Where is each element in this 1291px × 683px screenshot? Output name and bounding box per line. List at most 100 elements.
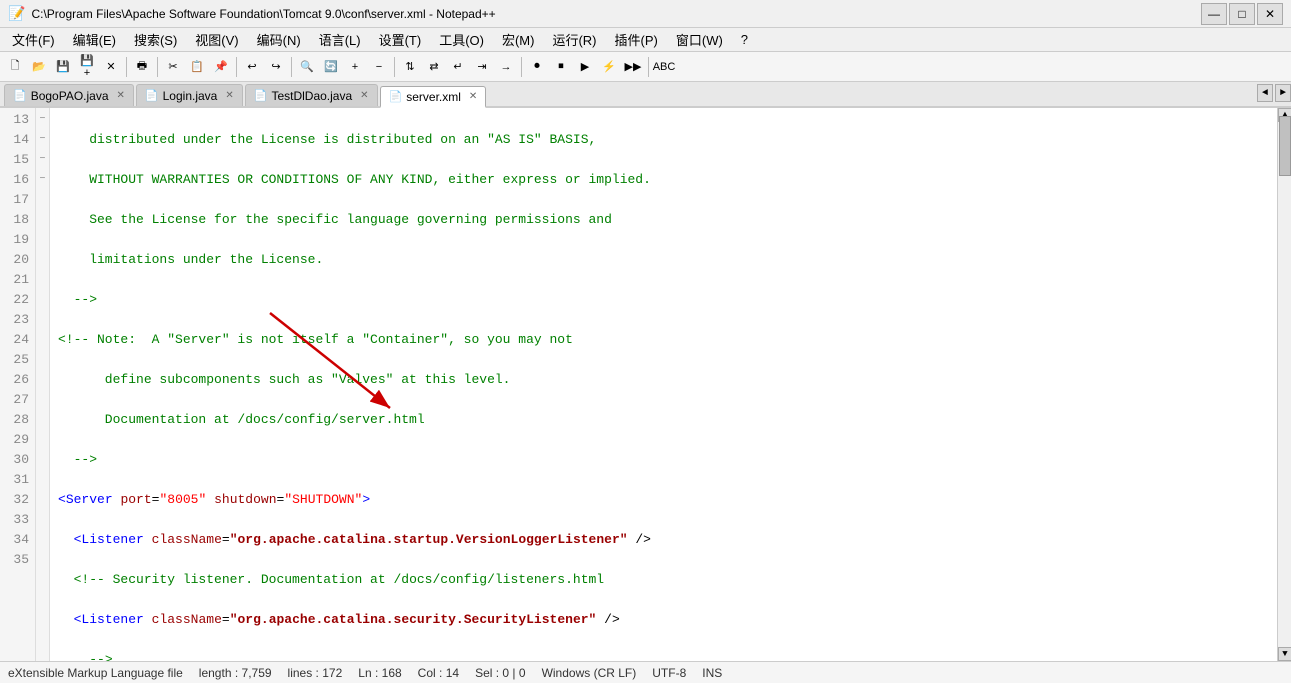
- line-num-19: 19: [4, 230, 29, 250]
- tab-scroll-left[interactable]: ◄: [1257, 84, 1273, 102]
- code-line-20: Documentation at /docs/config/server.htm…: [58, 410, 1277, 430]
- line-numbers: 13 14 15 16 17 18 19 20 21 22 23 24 25 2…: [0, 108, 36, 661]
- tb-save-all[interactable]: 💾+: [76, 56, 98, 78]
- line-num-33: 33: [4, 510, 29, 530]
- tb-paste[interactable]: 📌: [210, 56, 232, 78]
- tb-copy[interactable]: 📋: [186, 56, 208, 78]
- tab-testdl[interactable]: 📄 TestDlDao.java ✕: [245, 84, 378, 106]
- menu-plugins[interactable]: 插件(P): [607, 28, 666, 51]
- tb-macro-stop[interactable]: ⏹: [550, 56, 572, 78]
- minimize-button[interactable]: —: [1201, 3, 1227, 25]
- tb-sync-h[interactable]: ⇄: [423, 56, 445, 78]
- status-lines: lines : 172: [288, 666, 343, 680]
- scrollbar-down-arrow[interactable]: ▼: [1278, 647, 1291, 661]
- tb-replace[interactable]: 🔄: [320, 56, 342, 78]
- menu-settings[interactable]: 设置(T): [371, 28, 430, 51]
- menu-tools[interactable]: 工具(O): [431, 28, 492, 51]
- tab-bogopao-label: BogoPAO.java: [31, 89, 109, 103]
- status-col: Col : 14: [418, 666, 459, 680]
- line-num-13: 13: [4, 110, 29, 130]
- line-num-20: 20: [4, 250, 29, 270]
- tb-macro-rec[interactable]: ⏺: [526, 56, 548, 78]
- toolbar-sep1: [126, 57, 127, 77]
- tab-serverxml-icon: 📄: [389, 90, 403, 103]
- tab-bogopao[interactable]: 📄 BogoPAO.java ✕: [4, 84, 134, 106]
- editor: 13 14 15 16 17 18 19 20 21 22 23 24 25 2…: [0, 108, 1291, 661]
- menu-edit[interactable]: 编辑(E): [65, 28, 124, 51]
- code-line-26: -->: [58, 650, 1277, 661]
- toolbar-sep5: [394, 57, 395, 77]
- fold-column: − − − −: [36, 108, 50, 661]
- menu-view[interactable]: 视图(V): [187, 28, 246, 51]
- title-bar-controls: — □ ✕: [1201, 3, 1283, 25]
- menu-search[interactable]: 搜索(S): [126, 28, 185, 51]
- tb-save[interactable]: 💾: [52, 56, 74, 78]
- line-num-31: 31: [4, 470, 29, 490]
- line-num-23: 23: [4, 310, 29, 330]
- tab-serverxml-label: server.xml: [406, 90, 461, 104]
- close-button[interactable]: ✕: [1257, 3, 1283, 25]
- menu-macro[interactable]: 宏(M): [494, 28, 543, 51]
- tab-serverxml-close[interactable]: ✕: [469, 91, 477, 102]
- line-num-35: 35: [4, 550, 29, 570]
- tb-cut[interactable]: ✂: [162, 56, 184, 78]
- maximize-button[interactable]: □: [1229, 3, 1255, 25]
- code-area[interactable]: distributed under the License is distrib…: [50, 108, 1277, 661]
- tab-bogopao-close[interactable]: ✕: [117, 90, 125, 101]
- status-ins: INS: [702, 666, 722, 680]
- line-num-22: 22: [4, 290, 29, 310]
- tb-zoom-out[interactable]: −: [368, 56, 390, 78]
- status-eol: Windows (CR LF): [542, 666, 637, 680]
- tb-indent2[interactable]: →: [495, 56, 517, 78]
- status-ln: Ln : 168: [358, 666, 401, 680]
- code-line-19: define subcomponents such as "Valves" at…: [58, 370, 1277, 390]
- tb-run-script[interactable]: ⚡: [598, 56, 620, 78]
- tab-bogopao-icon: 📄: [13, 89, 27, 102]
- tb-undo[interactable]: ↩: [241, 56, 263, 78]
- tb-macro-play[interactable]: ▶: [574, 56, 596, 78]
- line-num-15: 15: [4, 150, 29, 170]
- line-num-28: 28: [4, 410, 29, 430]
- menu-language[interactable]: 语言(L): [311, 28, 369, 51]
- tb-indent[interactable]: ⇥: [471, 56, 493, 78]
- code-line-18: <!-- Note: A "Server" is not itself a "C…: [58, 330, 1277, 350]
- tb-new[interactable]: 🗋: [4, 56, 26, 78]
- window-title: C:\Program Files\Apache Software Foundat…: [31, 7, 495, 21]
- tab-testdl-close[interactable]: ✕: [360, 90, 368, 101]
- line-num-34: 34: [4, 530, 29, 550]
- tb-print[interactable]: 🖶: [131, 56, 153, 78]
- line-num-18: 18: [4, 210, 29, 230]
- tb-sync-v[interactable]: ⇅: [399, 56, 421, 78]
- tb-zoom-in[interactable]: +: [344, 56, 366, 78]
- tb-search[interactable]: 🔍: [296, 56, 318, 78]
- tb-open[interactable]: 📂: [28, 56, 50, 78]
- code-line-25: <Listener className="org.apache.catalina…: [58, 610, 1277, 630]
- line-num-17: 17: [4, 190, 29, 210]
- tb-run[interactable]: ▶▶: [622, 56, 644, 78]
- tb-redo[interactable]: ↪: [265, 56, 287, 78]
- tb-wrap[interactable]: ↵: [447, 56, 469, 78]
- tab-login[interactable]: 📄 Login.java ✕: [136, 84, 243, 106]
- code-line-24: <!-- Security listener. Documentation at…: [58, 570, 1277, 590]
- menu-run[interactable]: 运行(R): [544, 28, 604, 51]
- toolbar: 🗋 📂 💾 💾+ ✕ 🖶 ✂ 📋 📌 ↩ ↪ 🔍 🔄 + − ⇅ ⇄ ↵ ⇥ →…: [0, 52, 1291, 82]
- code-line-22: <Server port="8005" shutdown="SHUTDOWN">: [58, 490, 1277, 510]
- line-num-30: 30: [4, 450, 29, 470]
- tab-scroll-controls: ◄ ►: [1257, 84, 1291, 102]
- toolbar-sep6: [521, 57, 522, 77]
- tab-serverxml[interactable]: 📄 server.xml ✕: [380, 86, 487, 108]
- menu-file[interactable]: 文件(F): [4, 28, 63, 51]
- menu-encoding[interactable]: 编码(N): [249, 28, 309, 51]
- tab-testdl-label: TestDlDao.java: [271, 89, 352, 103]
- scrollbar-thumb-v[interactable]: [1279, 116, 1291, 176]
- tb-close[interactable]: ✕: [100, 56, 122, 78]
- tb-extra1[interactable]: ABC: [653, 56, 675, 78]
- vertical-scrollbar[interactable]: ▲ ▼: [1277, 108, 1291, 661]
- line-num-24: 24: [4, 330, 29, 350]
- tab-scroll-right[interactable]: ►: [1275, 84, 1291, 102]
- toolbar-sep7: [648, 57, 649, 77]
- menu-help[interactable]: ?: [733, 30, 756, 49]
- status-encoding: UTF-8: [652, 666, 686, 680]
- menu-window[interactable]: 窗口(W): [668, 28, 731, 51]
- tab-login-close[interactable]: ✕: [225, 90, 233, 101]
